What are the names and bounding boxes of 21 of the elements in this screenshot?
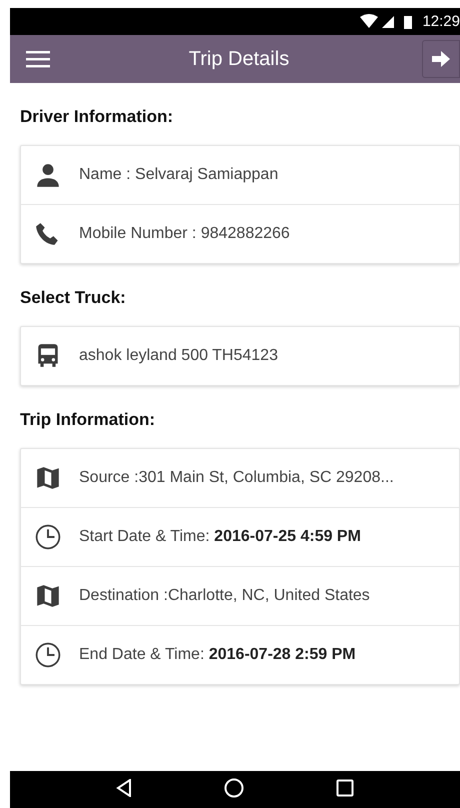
toolbar-title: Trip Details	[188, 48, 290, 70]
next-button[interactable]	[422, 40, 460, 78]
info-text: Mobile Number : 9842882266	[79, 225, 290, 243]
info-text: Start Date & Time: 2016-07-25 4:59 PM	[79, 528, 361, 546]
section-heading: Select Truck:	[20, 287, 127, 309]
info-text: Destination :Charlotte, NC, United States	[79, 587, 370, 605]
menu-icon	[26, 50, 50, 68]
clock-icon	[35, 642, 61, 668]
map-icon	[35, 583, 61, 609]
section-heading: Driver Information:	[20, 106, 174, 128]
person-icon	[35, 162, 61, 188]
section-heading: Trip Information:	[20, 409, 156, 431]
arrow-icon	[432, 51, 450, 67]
info-text: End Date & Time: 2016-07-28 2:59 PM	[79, 646, 356, 664]
back-button[interactable]	[116, 779, 132, 800]
map-icon	[35, 465, 61, 491]
info-text: Name : Selvaraj Samiappan	[79, 166, 278, 184]
info-text: ashok leyland 500 TH54123	[79, 347, 278, 365]
info-text: Source :301 Main St, Columbia, SC 29208...	[79, 469, 394, 487]
clock-icon	[35, 524, 61, 550]
clock-time: 12:29	[422, 13, 460, 30]
